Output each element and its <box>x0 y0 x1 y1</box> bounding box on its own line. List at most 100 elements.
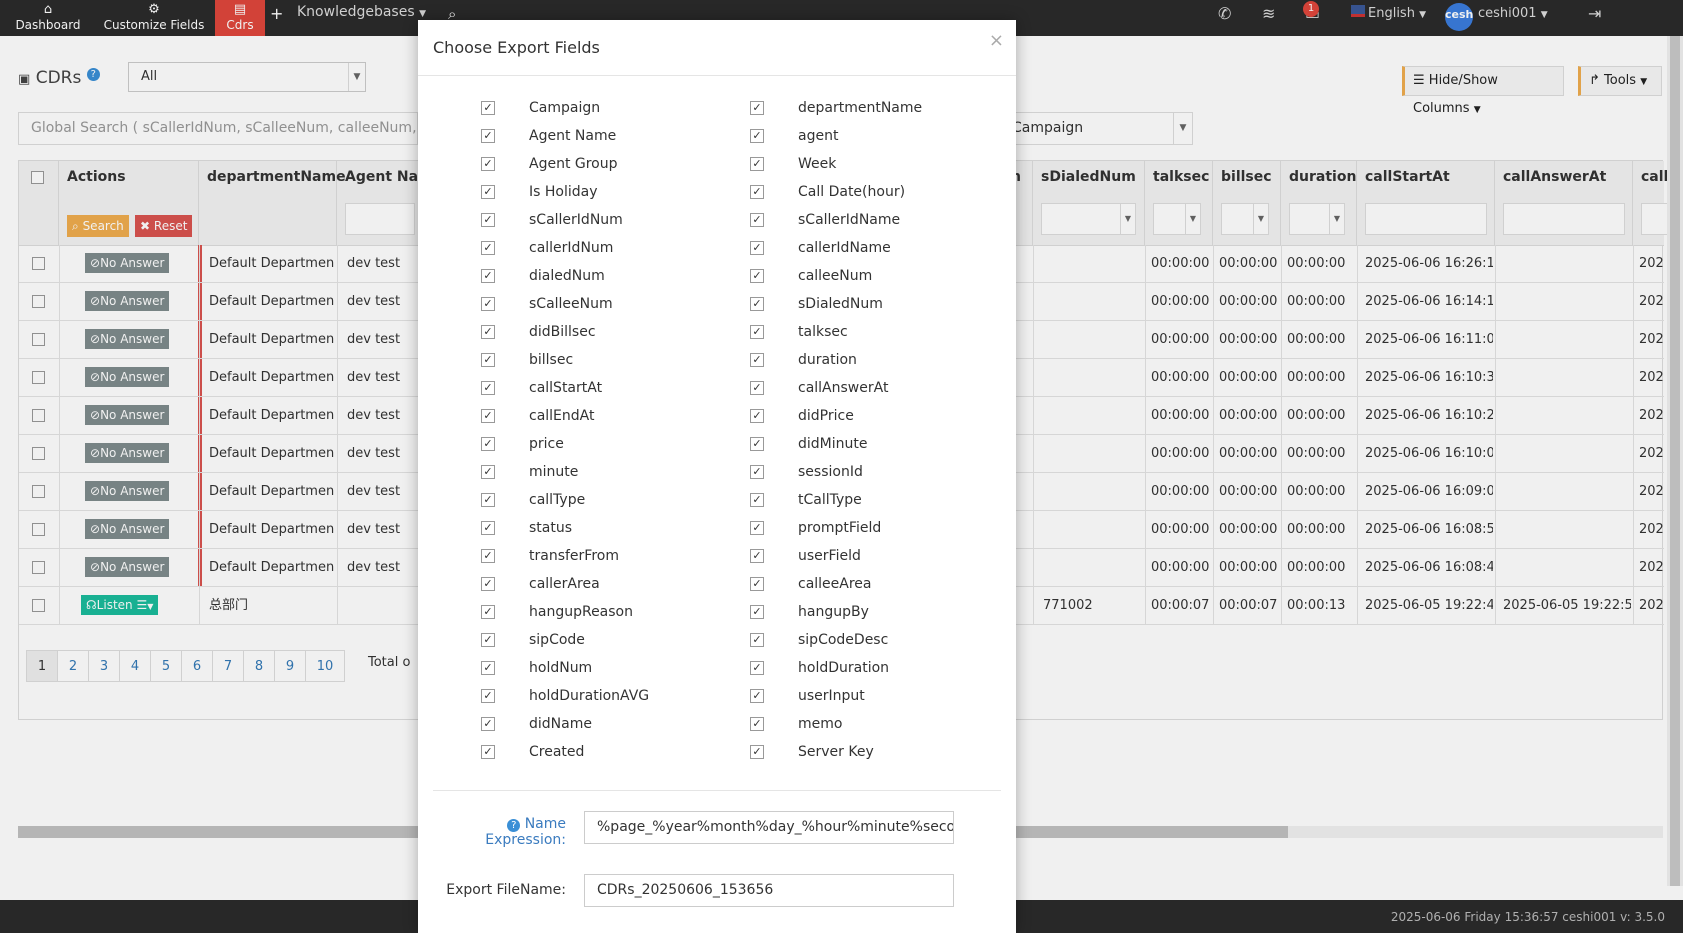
field-checkbox[interactable]: ✓ <box>481 157 495 171</box>
field-label: Agent Group <box>529 156 618 172</box>
field-label: calleeArea <box>798 576 872 592</box>
field-label: callerIdNum <box>529 240 614 256</box>
modal-title: Choose Export Fields <box>433 38 600 57</box>
field-checkbox[interactable]: ✓ <box>750 241 764 255</box>
field-checkbox[interactable]: ✓ <box>481 409 495 423</box>
field-label: Is Holiday <box>529 184 598 200</box>
help-icon[interactable]: ? <box>507 819 521 832</box>
close-icon[interactable]: × <box>989 30 1004 51</box>
field-checkbox[interactable]: ✓ <box>481 381 495 395</box>
field-checkbox[interactable]: ✓ <box>481 577 495 591</box>
field-checkbox[interactable]: ✓ <box>481 549 495 563</box>
field-checkbox[interactable]: ✓ <box>750 185 764 199</box>
field-label: userInput <box>798 688 865 704</box>
field-label: promptField <box>798 520 882 536</box>
field-checkbox[interactable]: ✓ <box>750 605 764 619</box>
field-checkbox[interactable]: ✓ <box>750 157 764 171</box>
field-label: holdDuration <box>798 660 890 676</box>
divider <box>433 790 1001 791</box>
field-checkbox[interactable]: ✓ <box>750 493 764 507</box>
field-label: sessionId <box>798 464 863 480</box>
field-checkbox[interactable]: ✓ <box>750 297 764 311</box>
field-checkbox[interactable]: ✓ <box>750 661 764 675</box>
field-checkbox[interactable]: ✓ <box>481 745 495 759</box>
field-label: departmentName <box>798 100 923 116</box>
field-checkbox[interactable]: ✓ <box>750 213 764 227</box>
field-checkbox[interactable]: ✓ <box>481 493 495 507</box>
field-label: hangupBy <box>798 604 869 620</box>
field-label: didPrice <box>798 408 854 424</box>
field-label: Call Date(hour) <box>798 184 906 200</box>
field-label: callEndAt <box>529 408 595 424</box>
field-label: agent <box>798 128 839 144</box>
field-checkbox[interactable]: ✓ <box>481 717 495 731</box>
field-checkbox[interactable]: ✓ <box>750 101 764 115</box>
export-filename-input[interactable]: CDRs_20250606_153656 <box>584 874 954 907</box>
field-label: Created <box>529 744 585 760</box>
field-checkbox[interactable]: ✓ <box>750 465 764 479</box>
field-label: Agent Name <box>529 128 617 144</box>
name-expression-label-line2: Expression: <box>485 832 566 848</box>
field-label: memo <box>798 716 843 732</box>
field-checkbox[interactable]: ✓ <box>750 521 764 535</box>
field-label: callType <box>529 492 586 508</box>
field-checkbox[interactable]: ✓ <box>750 577 764 591</box>
field-checkbox[interactable]: ✓ <box>481 661 495 675</box>
field-checkbox[interactable]: ✓ <box>750 381 764 395</box>
field-label: didBillsec <box>529 324 596 340</box>
field-checkbox[interactable]: ✓ <box>481 689 495 703</box>
field-label: sipCodeDesc <box>798 632 889 648</box>
field-label: callerArea <box>529 576 600 592</box>
field-checkbox[interactable]: ✓ <box>481 241 495 255</box>
export-filename-label: Export FileName: <box>446 882 566 898</box>
field-label: duration <box>798 352 857 368</box>
field-label: userField <box>798 548 861 564</box>
field-checkbox[interactable]: ✓ <box>481 213 495 227</box>
field-label: holdNum <box>529 660 593 676</box>
field-checkbox[interactable]: ✓ <box>481 465 495 479</box>
field-label: callerIdName <box>798 240 891 256</box>
field-checkbox[interactable]: ✓ <box>481 297 495 311</box>
field-label: billsec <box>529 352 574 368</box>
field-checkbox[interactable]: ✓ <box>750 353 764 367</box>
field-label: Week <box>798 156 837 172</box>
field-checkbox[interactable]: ✓ <box>481 101 495 115</box>
field-checkbox[interactable]: ✓ <box>750 689 764 703</box>
export-fields-modal: Choose Export Fields × ✓ Campaign ✓ Agent N… <box>418 20 1016 933</box>
field-checkbox[interactable]: ✓ <box>481 437 495 451</box>
field-label: tCallType <box>798 492 862 508</box>
field-checkbox[interactable]: ✓ <box>750 325 764 339</box>
field-checkbox[interactable]: ✓ <box>750 269 764 283</box>
field-checkbox[interactable]: ✓ <box>750 129 764 143</box>
field-checkbox[interactable]: ✓ <box>750 437 764 451</box>
field-checkbox[interactable]: ✓ <box>481 633 495 647</box>
field-checkbox[interactable]: ✓ <box>481 129 495 143</box>
field-label: holdDurationAVG <box>529 688 650 704</box>
field-label: price <box>529 436 564 452</box>
field-checkbox[interactable]: ✓ <box>750 745 764 759</box>
field-label: sCallerIdName <box>798 212 901 228</box>
name-expression-input[interactable]: %page_%year%month%day_%hour%minute%secon… <box>584 811 954 844</box>
field-checkbox[interactable]: ✓ <box>750 633 764 647</box>
field-label: calleeNum <box>798 268 873 284</box>
field-label: status <box>529 520 573 536</box>
field-checkbox[interactable]: ✓ <box>481 185 495 199</box>
field-label: didName <box>529 716 592 732</box>
field-checkbox[interactable]: ✓ <box>750 549 764 563</box>
field-checkbox[interactable]: ✓ <box>481 521 495 535</box>
field-checkbox[interactable]: ✓ <box>481 353 495 367</box>
field-label: didMinute <box>798 436 868 452</box>
field-label: callStartAt <box>529 380 603 396</box>
field-checkbox[interactable]: ✓ <box>481 325 495 339</box>
field-checkbox[interactable]: ✓ <box>481 605 495 619</box>
field-label: dialedNum <box>529 268 605 284</box>
field-label: Campaign <box>529 100 601 116</box>
divider <box>418 75 1016 76</box>
field-label: Server Key <box>798 744 874 760</box>
field-label: talksec <box>798 324 848 340</box>
field-label: sDialedNum <box>798 296 883 312</box>
field-checkbox[interactable]: ✓ <box>481 269 495 283</box>
field-label: sCalleeNum <box>529 296 613 312</box>
field-checkbox[interactable]: ✓ <box>750 409 764 423</box>
field-checkbox[interactable]: ✓ <box>750 717 764 731</box>
